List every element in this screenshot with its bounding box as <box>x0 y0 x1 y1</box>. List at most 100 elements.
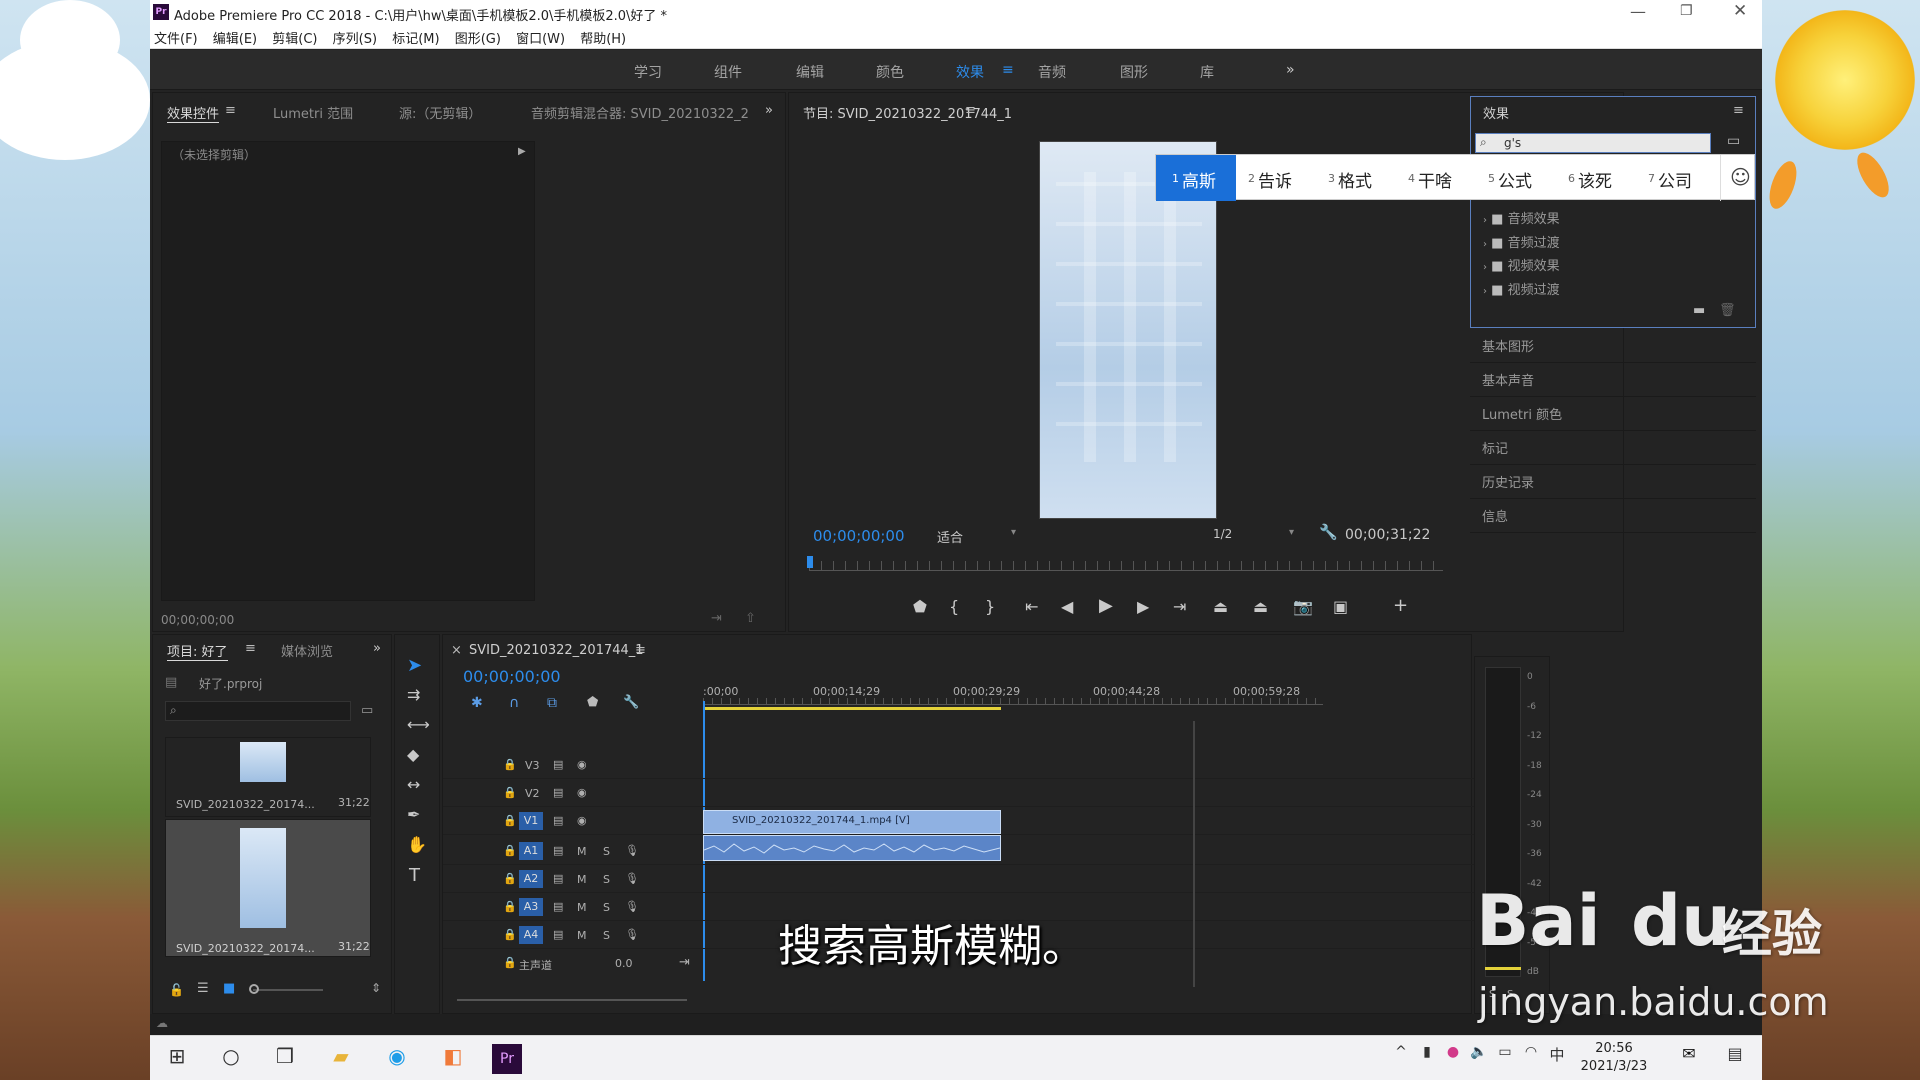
workspace-effects[interactable]: 效果 <box>956 62 984 82</box>
effects-search-input[interactable]: ⌕ g's <box>1475 133 1711 153</box>
close-tab-icon[interactable]: × <box>451 643 462 658</box>
sync-lock-icon[interactable]: ▤ <box>553 872 563 885</box>
lock-icon[interactable]: 🔒 <box>503 844 517 857</box>
close-icon[interactable]: ✕ <box>1733 1 1747 21</box>
solo-button[interactable]: S <box>603 845 610 858</box>
fit-dropdown[interactable]: 适合 <box>937 527 963 546</box>
input-language-indicator[interactable]: 中 <box>1542 1044 1572 1074</box>
track-select-tool-icon[interactable]: ⇉ <box>407 685 420 704</box>
cloud-sync-icon[interactable]: ☁ <box>156 1016 168 1030</box>
mail-notification-icon[interactable]: ✉ <box>1674 1044 1704 1074</box>
ime-candidate-7[interactable]: 7 公司 <box>1644 155 1722 201</box>
restore-icon[interactable]: ❐ <box>1680 3 1693 19</box>
chevron-right-icon[interactable]: › <box>1483 215 1487 226</box>
menu-edit[interactable]: 编辑(E) <box>213 28 257 47</box>
extract-icon[interactable]: ⏏ <box>1253 597 1268 616</box>
lock-icon[interactable]: 🔒 <box>503 956 517 969</box>
hand-tool-icon[interactable]: ✋ <box>407 835 427 854</box>
comparison-view-icon[interactable]: ▣ <box>1333 597 1348 616</box>
mute-button[interactable]: M <box>577 845 587 858</box>
menu-graphics[interactable]: 图形(G) <box>455 28 501 47</box>
ime-candidate-6[interactable]: 6 该死 <box>1564 155 1642 201</box>
track-label[interactable]: V2 <box>525 787 540 800</box>
panel-menu-icon[interactable]: ≡ <box>1733 103 1744 118</box>
ime-candidate-4[interactable]: 4 干啥 <box>1404 155 1482 201</box>
tab-project[interactable]: 项目: 好了 <box>167 641 228 661</box>
type-tool-icon[interactable]: T <box>409 865 420 886</box>
eye-icon[interactable]: ◉ <box>577 786 587 799</box>
menu-sequence[interactable]: 序列(S) <box>333 28 377 47</box>
mic-icon[interactable]: 🎙 <box>625 928 639 941</box>
lift-icon[interactable]: ⏏ <box>1213 597 1228 616</box>
chevron-right-icon[interactable]: › <box>1483 286 1487 297</box>
tab-effect-controls[interactable]: 效果控件 <box>167 103 220 123</box>
vertical-scrollbar[interactable] <box>1193 721 1195 987</box>
folder-audio-effects[interactable]: › ■ 音频效果 <box>1483 209 1560 233</box>
search-circle-icon[interactable]: ○ <box>216 1044 246 1074</box>
ime-candidate-5[interactable]: 5 公式 <box>1484 155 1562 201</box>
mic-icon[interactable]: 🎙 <box>625 844 639 857</box>
photos-app-icon[interactable]: ◧ <box>438 1044 468 1074</box>
linked-selection-icon[interactable]: ⧉ <box>547 695 557 711</box>
menu-file[interactable]: 文件(F) <box>154 28 198 47</box>
ime-candidate-3[interactable]: 3 格式 <box>1324 155 1402 201</box>
nest-icon[interactable]: ✱ <box>471 695 483 711</box>
timeline-ruler[interactable]: :00;00 00;00;14;29 00;00;29;29 00;00;44;… <box>703 685 1323 705</box>
action-center-icon[interactable]: ▤ <box>1720 1044 1750 1074</box>
emoji-icon[interactable]: ☺ <box>1730 165 1751 189</box>
eye-icon[interactable]: ◉ <box>577 814 587 827</box>
timeline-settings-wrench-icon[interactable]: 🔧 <box>623 695 639 710</box>
slip-tool-icon[interactable]: ↔ <box>407 775 420 794</box>
workspace-editing[interactable]: 编辑 <box>796 62 824 82</box>
add-marker-icon[interactable]: ⬟ <box>587 695 598 710</box>
program-scrub-bar[interactable] <box>809 561 1443 571</box>
minimize-icon[interactable]: — <box>1630 2 1646 21</box>
sync-lock-icon[interactable]: ▤ <box>553 758 563 771</box>
browser-icon[interactable]: ◉ <box>382 1044 412 1074</box>
step-forward-icon[interactable]: ▶ <box>1137 597 1149 616</box>
track-target-v1[interactable]: V1 <box>519 812 543 830</box>
chevron-down-icon[interactable]: ▾ <box>1011 527 1016 538</box>
workspace-color[interactable]: 颜色 <box>876 62 904 82</box>
chevron-down-icon[interactable]: ▾ <box>1289 527 1294 538</box>
sync-lock-icon[interactable]: ▤ <box>553 928 563 941</box>
solo-button[interactable]: S <box>603 873 610 886</box>
new-bin-icon[interactable]: ▭ <box>1727 133 1740 149</box>
mark-in-icon[interactable]: { <box>949 597 959 616</box>
chevron-right-icon[interactable]: › <box>1483 239 1487 250</box>
project-item-selected[interactable]: SVID_20210322_20174... 31;22 <box>165 819 371 957</box>
tab-source[interactable]: 源:（无剪辑） <box>399 103 481 122</box>
go-to-end-icon[interactable]: ⇥ <box>679 955 690 970</box>
project-item[interactable]: SVID_20210322_20174... 31;22 <box>165 737 371 817</box>
tab-menu-icon[interactable]: ≡ <box>245 641 256 656</box>
panel-lumetri-color[interactable]: Lumetri 颜色 <box>1470 398 1756 431</box>
sync-lock-icon[interactable]: ▤ <box>553 786 563 799</box>
play-icon[interactable]: ▶ <box>1099 595 1113 616</box>
folder-video-transitions[interactable]: › ■ 视频过渡 <box>1483 280 1560 304</box>
ime-candidate-2[interactable]: 2 告诉 <box>1244 155 1322 201</box>
panel-markers[interactable]: 标记 <box>1470 432 1756 465</box>
timeline-sequence-title[interactable]: SVID_20210322_201744_1 <box>469 643 644 658</box>
menu-marker[interactable]: 标记(M) <box>392 28 439 47</box>
chevron-right-icon[interactable]: › <box>1483 262 1487 273</box>
camera-icon[interactable]: 📷 <box>1293 597 1313 616</box>
solo-button[interactable]: S <box>603 929 610 942</box>
selection-tool-icon[interactable]: ➤ <box>407 655 422 676</box>
program-playhead[interactable] <box>807 556 813 568</box>
menu-help[interactable]: 帮助(H) <box>580 28 626 47</box>
pen-tool-icon[interactable]: ✒ <box>407 805 420 824</box>
timeline-playhead-timecode[interactable]: 00;00;00;00 <box>463 667 561 686</box>
tab-menu-icon[interactable]: ≡ <box>225 103 236 118</box>
wrench-icon[interactable]: 🔧 <box>1319 523 1338 541</box>
step-back-icon[interactable]: ◀ <box>1061 597 1073 616</box>
mute-button[interactable]: M <box>577 873 587 886</box>
expand-arrow-icon[interactable]: ▶ <box>518 146 526 157</box>
tab-lumetri-scopes[interactable]: Lumetri 范围 <box>273 103 353 122</box>
menu-window[interactable]: 窗口(W) <box>516 28 565 47</box>
mute-button[interactable]: M <box>577 901 587 914</box>
add-marker-icon[interactable]: ⬟ <box>913 597 927 616</box>
list-view-icon[interactable]: ☰ <box>197 981 209 996</box>
folder-audio-transitions[interactable]: › ■ 音频过渡 <box>1483 233 1560 257</box>
master-volume-value[interactable]: 0.0 <box>615 957 633 970</box>
resolution-dropdown[interactable]: 1/2 <box>1213 527 1232 541</box>
